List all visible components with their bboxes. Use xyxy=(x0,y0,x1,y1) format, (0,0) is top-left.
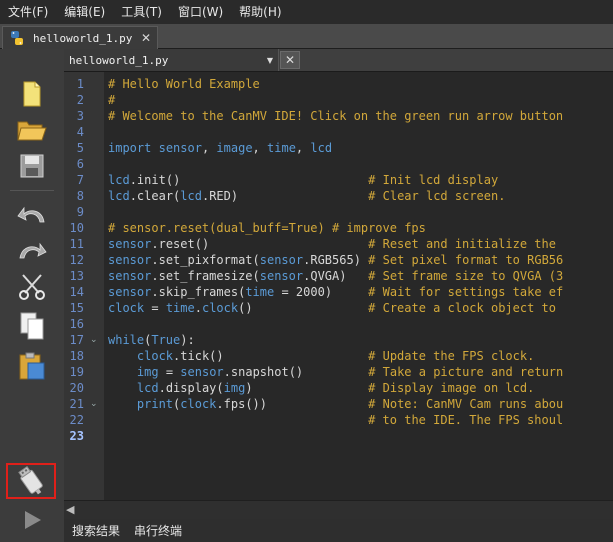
line-number: 15 xyxy=(69,301,84,315)
left-toolbar xyxy=(0,49,65,542)
redo-icon xyxy=(19,242,47,259)
file-selector[interactable]: helloworld_1.py ▼ xyxy=(64,49,279,71)
new-file-button[interactable] xyxy=(12,76,52,112)
open-file-button[interactable] xyxy=(12,112,52,148)
code-line: sensor.skip_frames(time = 2000) # Wait f… xyxy=(108,285,564,299)
tab-serial-terminal[interactable]: 串行终端 xyxy=(134,522,182,539)
code-line: clock.tick() # Update the FPS clock. xyxy=(136,349,535,363)
paste-icon xyxy=(19,352,45,380)
code-line: clock = time.clock() # Create a clock ob… xyxy=(108,301,556,315)
save-button[interactable] xyxy=(12,148,52,184)
code-line: img = sensor.snapshot() # Take a picture… xyxy=(136,365,564,379)
cut-button[interactable] xyxy=(12,268,52,304)
code-line: lcd.clear(lcd.RED) # Clear lcd screen. xyxy=(108,189,506,203)
line-number: 20 xyxy=(69,381,84,395)
connect-icon xyxy=(18,466,43,495)
line-number: 17 xyxy=(69,333,84,347)
menu-help[interactable]: 帮助(H) xyxy=(231,0,289,24)
menu-tools[interactable]: 工具(T) xyxy=(113,0,170,24)
menu-window[interactable]: 窗口(W) xyxy=(170,0,231,24)
save-icon xyxy=(20,154,44,178)
code-line: import sensor, image, time, lcd xyxy=(108,141,333,155)
run-button[interactable] xyxy=(12,502,52,538)
line-number: 23 xyxy=(69,429,84,443)
file-selector-label: helloworld_1.py xyxy=(69,53,169,67)
code-line: lcd.display(img) # Display image on lcd. xyxy=(136,381,535,395)
line-number: 3 xyxy=(76,109,84,123)
line-number: 22 xyxy=(69,413,84,427)
menu-edit[interactable]: 编辑(E) xyxy=(56,0,113,24)
line-number: 19 xyxy=(69,365,84,379)
run-icon xyxy=(25,511,41,529)
code-line: # to the IDE. The FPS shoul xyxy=(368,413,564,427)
line-number: 2 xyxy=(76,93,84,107)
chevron-down-icon: ▼ xyxy=(266,55,273,65)
horizontal-scrollbar[interactable]: ◀ xyxy=(64,500,613,519)
cut-icon xyxy=(19,274,45,300)
undo-icon xyxy=(17,206,45,223)
fold-toggle-icon[interactable]: ⌄ xyxy=(90,396,98,412)
code-line: sensor.set_framesize(sensor.QVGA) # Set … xyxy=(108,269,564,283)
line-number: 1 xyxy=(76,77,84,91)
open-folder-icon xyxy=(17,121,47,141)
chevron-left-icon[interactable]: ◀ xyxy=(66,503,74,516)
document-tab-helloworld[interactable]: helloworld_1.py ✕ xyxy=(2,26,158,49)
code-line: # Hello World Example xyxy=(108,77,260,91)
line-number: 9 xyxy=(76,205,84,219)
line-number: 7 xyxy=(76,173,84,187)
tab-search-results[interactable]: 搜索结果 xyxy=(72,522,120,539)
line-number: 13 xyxy=(69,269,84,283)
copy-icon xyxy=(20,312,44,340)
line-number: 8 xyxy=(76,189,84,203)
undo-button[interactable] xyxy=(12,196,52,232)
document-tab-bar: helloworld_1.py ✕ xyxy=(0,24,613,49)
close-icon[interactable]: ✕ xyxy=(141,31,151,45)
copy-button[interactable] xyxy=(12,308,52,344)
fold-toggle-icon[interactable]: ⌄ xyxy=(90,332,98,348)
line-number: 6 xyxy=(76,157,84,171)
menu-bar: 文件(F) 编辑(E) 工具(T) 窗口(W) 帮助(H) xyxy=(0,0,613,24)
code-line: print(clock.fps()) # Note: CanMV Cam run… xyxy=(136,397,564,411)
line-number: 4 xyxy=(76,125,84,139)
line-number: 18 xyxy=(69,349,84,363)
line-number: 10 xyxy=(69,221,84,235)
paste-button[interactable] xyxy=(12,348,52,384)
document-tab-label: helloworld_1.py xyxy=(33,31,133,45)
line-number: 21 xyxy=(69,397,84,411)
new-file-icon xyxy=(23,81,41,107)
line-number: 11 xyxy=(69,237,84,251)
python-file-icon xyxy=(11,31,23,45)
editor-header: helloworld_1.py ▼ ✕ xyxy=(64,49,613,72)
code-line: lcd.init() # Init lcd display xyxy=(108,173,499,187)
line-number-gutter: 1 2 3 4 5 6 7 8 9 10 11 12 13 14 15 16 17 ⌄ 18 19 20 21 ⌄ 22 23 xyxy=(64,72,104,500)
menu-file[interactable]: 文件(F) xyxy=(0,0,56,24)
line-number: 14 xyxy=(69,285,84,299)
output-panel-bar: 搜索结果 串行终端 xyxy=(64,519,613,542)
redo-button[interactable] xyxy=(12,232,52,268)
code-line: sensor.set_pixformat(sensor.RGB565) # Se… xyxy=(108,253,564,267)
code-line: # sensor.reset(dual_buff=True) # improve… xyxy=(108,221,426,235)
line-number: 12 xyxy=(69,253,84,267)
code-line: sensor.reset() # Reset and initialize th… xyxy=(108,237,556,251)
line-number: 16 xyxy=(69,317,84,331)
connect-button[interactable] xyxy=(6,463,56,499)
close-editor-button[interactable]: ✕ xyxy=(280,51,300,69)
code-line: while(True): xyxy=(108,333,195,347)
code-editor[interactable]: # Hello World Example # # Welcome to the C… xyxy=(104,72,613,500)
code-line: # Welcome to the CanMV IDE! Click on the… xyxy=(108,109,564,123)
code-line: # xyxy=(108,93,116,107)
line-number: 5 xyxy=(76,141,84,155)
